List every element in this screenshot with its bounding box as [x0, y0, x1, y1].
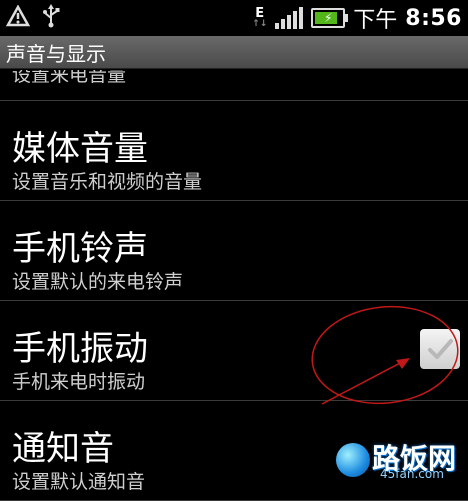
status-ampm: 下午 [353, 8, 398, 33]
settings-item-subtitle: 手机来电时振动 [12, 371, 146, 393]
edge-network-icon: E ↑↓ [252, 6, 268, 29]
settings-item-title: 媒体音量 [12, 129, 148, 169]
alert-icon [5, 4, 31, 31]
settings-item-title: 手机铃声 [12, 229, 148, 269]
checkmark-icon [428, 339, 453, 359]
settings-item-vibrate[interactable]: 手机振动 手机来电时振动 [0, 301, 468, 401]
settings-item-subtitle: 设置音乐和视频的音量 [12, 171, 203, 193]
status-time: 8:56 [405, 5, 462, 31]
settings-item-subtitle: 设置默认通知音 [12, 471, 146, 493]
settings-item-subtitle: 设置默认的来电铃声 [12, 271, 184, 293]
settings-item-media-volume[interactable]: 媒体音量 设置音乐和视频的音量 [0, 101, 468, 201]
settings-item-subtitle: 设置来电音量 [12, 70, 127, 86]
signal-icon [275, 7, 304, 29]
watermark-globe-icon [336, 443, 370, 477]
settings-item-ring-volume[interactable]: 设置来电音量 [0, 70, 468, 101]
settings-item-title: 手机振动 [12, 329, 148, 369]
settings-item-ringtone[interactable]: 手机铃声 设置默认的来电铃声 [0, 201, 468, 301]
vibrate-checkbox[interactable] [420, 329, 460, 369]
watermark-site: 45fan.com [380, 467, 444, 481]
usb-icon [40, 4, 62, 32]
page-title: 声音与显示 [6, 41, 106, 66]
battery-charging-icon: ⚡ [311, 8, 349, 28]
settings-item-title: 通知音 [12, 429, 114, 469]
watermark-logo: 路饭网 45fan.com [330, 437, 460, 483]
title-bar: 声音与显示 [0, 36, 468, 69]
status-bar: E ↑↓ ⚡ 下午 8:56 [0, 0, 468, 36]
